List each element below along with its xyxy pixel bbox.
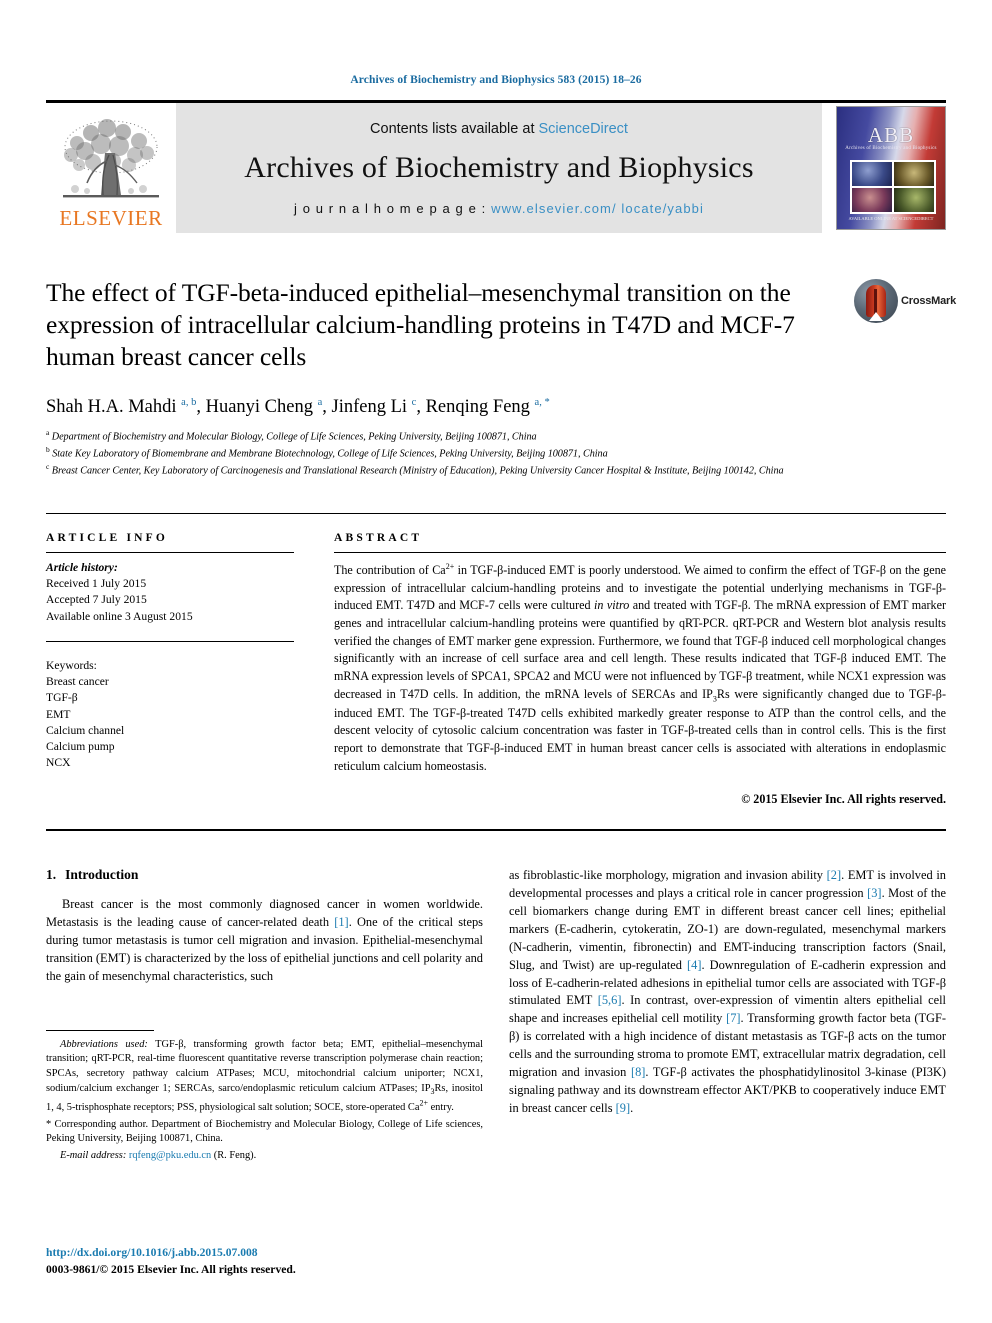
contents-available-line: Contents lists available at ScienceDirec… (370, 121, 628, 137)
cover-cell (894, 188, 934, 212)
email-footnote: E-mail address: rqfeng@pku.edu.cn (R. Fe… (46, 1149, 483, 1164)
crossmark-label: CrossMark (901, 295, 957, 307)
sciencedirect-link[interactable]: ScienceDirect (539, 121, 628, 137)
cover-cell (852, 162, 892, 186)
history-received: Received 1 July 2015 (46, 577, 147, 591)
contents-prefix: Contents lists available at (370, 121, 539, 137)
history-accepted: Accepted 7 July 2015 (46, 593, 147, 607)
abbreviations-footnote: Abbreviations used: TGF-β, transforming … (46, 1038, 483, 1116)
divider (46, 829, 946, 832)
journal-masthead: ELSEVIER Contents lists available at Sci… (46, 100, 946, 233)
corresponding-author-footnote: * Corresponding author. Department of Bi… (46, 1118, 483, 1148)
crossmark-badge[interactable]: CrossMark (854, 275, 956, 327)
cover-cell (852, 188, 892, 212)
affiliation-c: c Breast Cancer Center, Key Laboratory o… (46, 462, 946, 479)
body-column-right: as fibroblastic-like morphology, migrati… (509, 867, 946, 1166)
affiliation-b: b State Key Laboratory of Biomembrane an… (46, 445, 946, 462)
affiliation-marker: b (46, 445, 50, 455)
doi-link[interactable]: http://dx.doi.org/10.1016/j.abb.2015.07.… (46, 1245, 296, 1262)
elsevier-logo: ELSEVIER (46, 103, 176, 233)
email-link[interactable]: rqfeng@pku.edu.cn (129, 1150, 211, 1161)
journal-homepage-line: j o u r n a l h o m e p a g e : www.else… (294, 201, 704, 216)
info-abstract-section: ARTICLE INFO Article history: Received 1… (46, 513, 946, 807)
elsevier-tree-icon (57, 117, 165, 207)
article-history-label: Article history: (46, 561, 118, 575)
issn-copyright-line: 0003-9861/© 2015 Elsevier Inc. All right… (46, 1262, 296, 1276)
keyword-item: Breast cancer (46, 675, 109, 689)
elsevier-wordmark: ELSEVIER (59, 206, 163, 230)
keyword-item: Calcium channel (46, 723, 125, 737)
homepage-url-link[interactable]: www.elsevier.com/ locate/yabbi (491, 201, 704, 216)
journal-article-page: Archives of Biochemistry and Biophysics … (0, 0, 992, 1323)
cover-cell (894, 162, 934, 186)
keywords-label: Keywords: (46, 658, 97, 672)
introduction-paragraph-left: Breast cancer is the most commonly diagn… (46, 897, 483, 983)
affiliation-list: a Department of Biochemistry and Molecul… (46, 428, 946, 479)
affiliation-marker: a (46, 428, 50, 438)
article-info-heading: ARTICLE INFO (46, 532, 169, 545)
abstract-copyright: © 2015 Elsevier Inc. All rights reserved… (741, 792, 946, 807)
body-column-left: 1. Introduction Breast cancer is the most… (46, 867, 483, 1166)
abstract-heading: ABSTRACT (334, 532, 423, 545)
keyword-item: NCX (46, 756, 71, 770)
affiliation-a: a Department of Biochemistry and Molecul… (46, 428, 946, 445)
affiliation-text: Breast Cancer Center, Key Laboratory of … (51, 465, 784, 477)
author-list: Shah H.A. Mahdi a, b, Huanyi Cheng a, Ji… (46, 397, 550, 418)
keyword-item: Calcium pump (46, 740, 115, 754)
cover-abb-title: ABB (867, 123, 915, 147)
running-head: Archives of Biochemistry and Biophysics … (350, 74, 642, 86)
article-title: The effect of TGF-beta-induced epithelia… (46, 278, 795, 372)
affiliation-text: Department of Biochemistry and Molecular… (51, 431, 537, 443)
title-block: The effect of TGF-beta-induced epithelia… (46, 233, 956, 373)
footnote-divider (46, 1029, 154, 1031)
divider (46, 640, 294, 642)
journal-cover-thumbnail: ABB Archives of Biochemistry and Biophys… (836, 106, 946, 230)
keyword-item: TGF-β (46, 691, 78, 705)
article-history-block: Article history: Received 1 July 2015 Ac… (46, 553, 294, 625)
journal-title: Archives of Biochemistry and Biophysics (244, 151, 754, 184)
footnote-block: Abbreviations used: TGF-β, transforming … (46, 1029, 483, 1164)
article-info-column: ARTICLE INFO Article history: Received 1… (46, 532, 324, 807)
cover-image-grid (850, 160, 936, 214)
section-title: Introduction (65, 867, 139, 883)
cover-subtitle: Archives of Biochemistry and Biophysics (845, 146, 937, 151)
section-number: 1. (46, 867, 57, 883)
introduction-paragraph-right: as fibroblastic-like morphology, migrati… (509, 868, 947, 1115)
body-columns: 1. Introduction Breast cancer is the most… (46, 867, 946, 1166)
corresponding-text: Corresponding author. Department of Bioc… (46, 1118, 483, 1145)
email-suffix: (R. Feng). (211, 1150, 257, 1162)
abbreviations-label: Abbreviations used: (60, 1038, 148, 1050)
homepage-label: j o u r n a l h o m e p a g e : (294, 201, 492, 216)
history-online: Available online 3 August 2015 (46, 609, 193, 623)
cover-footer-text: AVAILABLE ONLINE AT SCIENCEDIRECT (848, 216, 934, 221)
affiliation-text: State Key Laboratory of Biomembrane and … (52, 448, 608, 460)
introduction-heading: 1. Introduction (46, 867, 483, 883)
abstract-text: The contribution of Ca2+ in TGF-β-induce… (334, 562, 947, 773)
keyword-item: EMT (46, 707, 71, 721)
page-footer: http://dx.doi.org/10.1016/j.abb.2015.07.… (46, 1245, 296, 1279)
crossmark-icon (854, 279, 898, 323)
keywords-block: Keywords: Breast cancer TGF-β EMT Calciu… (46, 651, 294, 772)
affiliation-marker: c (46, 462, 50, 472)
email-label: E-mail address: (60, 1150, 127, 1162)
abstract-column: ABSTRACT The contribution of Ca2+ in TGF… (324, 532, 946, 807)
journal-band: Contents lists available at ScienceDirec… (176, 103, 822, 233)
